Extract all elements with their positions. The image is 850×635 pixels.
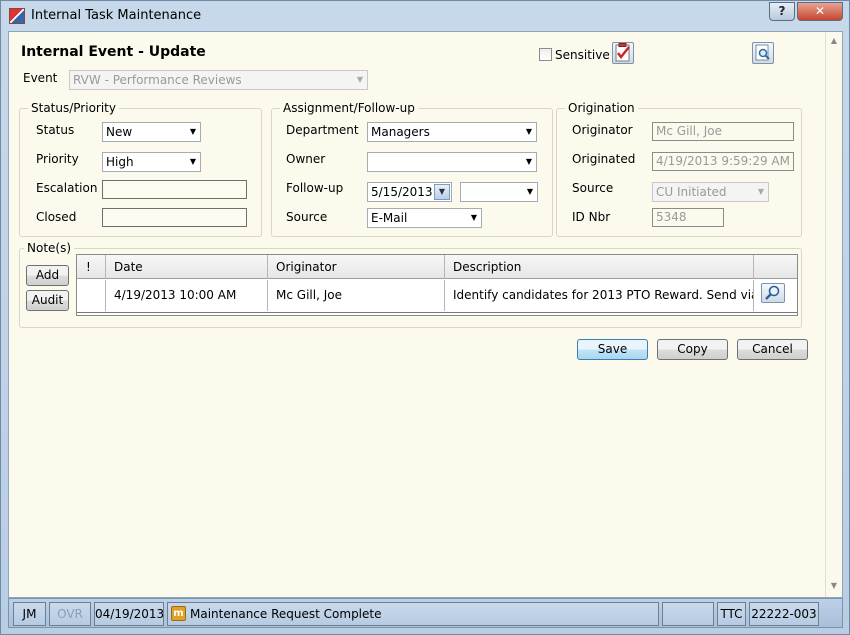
chevron-down-icon: ▼ — [189, 157, 196, 166]
notes-title: Note(s) — [24, 241, 75, 255]
cancel-button[interactable]: Cancel — [737, 339, 808, 360]
status-bar: JM OVR 04/19/2013 m Maintenance Request … — [8, 598, 843, 628]
column-date[interactable]: Date — [106, 255, 268, 279]
status-priority-title: Status/Priority — [28, 101, 119, 115]
followup-label: Follow-up — [286, 181, 344, 195]
maintenance-icon: m — [171, 606, 186, 621]
followup-date-value: 5/15/2013 — [371, 185, 433, 199]
sensitive-checkbox[interactable] — [539, 48, 552, 61]
followup-date-picker[interactable]: 5/15/2013 ▼ — [367, 182, 452, 202]
magnifier-icon — [765, 285, 780, 300]
add-note-button[interactable]: Add — [26, 265, 69, 286]
status-value: New — [106, 125, 133, 139]
closed-field[interactable] — [102, 208, 247, 227]
status-code: TTC — [717, 602, 746, 626]
chevron-down-icon: ▼ — [470, 213, 477, 222]
sensitive-label: Sensitive — [555, 48, 610, 62]
app-icon — [9, 8, 25, 24]
origination-title: Origination — [565, 101, 638, 115]
assignment-source-select[interactable]: E-Mail ▼ — [367, 208, 482, 228]
chevron-down-icon: ▼ — [525, 127, 532, 136]
column-originator[interactable]: Originator — [268, 255, 445, 279]
scroll-up-icon[interactable]: ▲ — [829, 36, 839, 46]
form-client: ▲ ▼ Internal Event - Update Sensitive Ev… — [8, 31, 843, 598]
originator-field: Mc Gill, Joe — [652, 122, 794, 141]
status-select[interactable]: New ▼ — [102, 122, 201, 142]
vertical-scrollbar[interactable]: ▲ ▼ — [825, 32, 842, 597]
notes-grid: ! Date Originator Description 4/19/2013 … — [76, 254, 798, 316]
followup-time-select[interactable]: ▼ — [460, 182, 538, 202]
status-ovr: OVR — [49, 602, 91, 626]
assignment-source-value: E-Mail — [371, 211, 408, 225]
column-description[interactable]: Description — [445, 255, 754, 279]
view-note-button[interactable] — [761, 283, 785, 303]
page-title: Internal Event - Update — [21, 44, 206, 60]
audit-button[interactable]: Audit — [26, 290, 69, 311]
assignment-title: Assignment/Follow-up — [280, 101, 418, 115]
table-row[interactable]: 4/19/2013 10:00 AM Mc Gill, Joe Identify… — [77, 280, 797, 313]
row-action-cell — [754, 280, 797, 311]
id-nbr-field: 5348 — [652, 208, 724, 227]
chevron-down-icon: ▼ — [189, 127, 196, 136]
lookup-button[interactable] — [752, 42, 774, 64]
originator-label: Originator — [572, 123, 633, 137]
row-originator: Mc Gill, Joe — [268, 280, 445, 311]
chevron-down-icon: ▼ — [757, 187, 764, 196]
escalation-field[interactable] — [102, 180, 247, 199]
window-title: Internal Task Maintenance — [31, 8, 202, 23]
magnifier-doc-icon — [755, 44, 770, 61]
origination-source-label: Source — [572, 181, 614, 195]
chevron-down-icon: ▼ — [526, 187, 533, 196]
checklist-button[interactable] — [612, 42, 634, 64]
status-label: Status — [36, 123, 75, 137]
grid-header: ! Date Originator Description — [77, 255, 797, 279]
window: Internal Task Maintenance ? ✕ ▲ ▼ Intern… — [0, 0, 850, 635]
owner-select[interactable]: ▼ — [367, 152, 537, 172]
department-select[interactable]: Managers ▼ — [367, 122, 537, 142]
priority-label: Priority — [36, 152, 79, 166]
scroll-down-icon[interactable]: ▼ — [829, 581, 839, 591]
id-nbr-label: ID Nbr — [572, 210, 611, 224]
column-flag[interactable]: ! — [77, 255, 106, 279]
event-label: Event — [23, 71, 58, 85]
copy-button[interactable]: Copy — [657, 339, 728, 360]
title-bar[interactable]: Internal Task Maintenance ? ✕ — [1, 1, 849, 31]
event-value: RVW - Performance Reviews — [73, 73, 242, 87]
status-message-cell: m Maintenance Request Complete — [167, 602, 659, 626]
originated-label: Originated — [572, 152, 636, 166]
originated-field: 4/19/2013 9:59:29 AM — [652, 152, 794, 171]
origination-source-value: CU Initiated — [656, 185, 727, 199]
row-flag — [77, 280, 106, 311]
status-message: Maintenance Request Complete — [190, 607, 382, 621]
column-action — [754, 255, 797, 279]
status-empty — [662, 602, 714, 626]
department-value: Managers — [371, 125, 430, 139]
chevron-down-icon: ▼ — [525, 157, 532, 166]
department-label: Department — [286, 123, 359, 137]
row-date: 4/19/2013 10:00 AM — [106, 280, 268, 311]
escalation-label: Escalation — [36, 181, 98, 195]
save-button[interactable]: Save — [577, 339, 648, 360]
status-date: 04/19/2013 — [94, 602, 164, 626]
priority-select[interactable]: High ▼ — [102, 152, 201, 172]
help-button[interactable]: ? — [769, 2, 795, 21]
origination-source-select: CU Initiated ▼ — [652, 182, 769, 202]
calendar-dropdown-icon[interactable]: ▼ — [434, 184, 450, 200]
status-user: JM — [13, 602, 46, 626]
checklist-icon — [615, 43, 630, 62]
event-select[interactable]: RVW - Performance Reviews ▼ — [69, 70, 368, 90]
status-account: 22222-003 — [749, 602, 819, 626]
closed-label: Closed — [36, 210, 77, 224]
close-button[interactable]: ✕ — [797, 2, 843, 21]
assignment-source-label: Source — [286, 210, 328, 224]
priority-value: High — [106, 155, 134, 169]
row-description: Identify candidates for 2013 PTO Reward.… — [445, 280, 754, 311]
owner-label: Owner — [286, 152, 326, 166]
chevron-down-icon: ▼ — [356, 75, 363, 84]
